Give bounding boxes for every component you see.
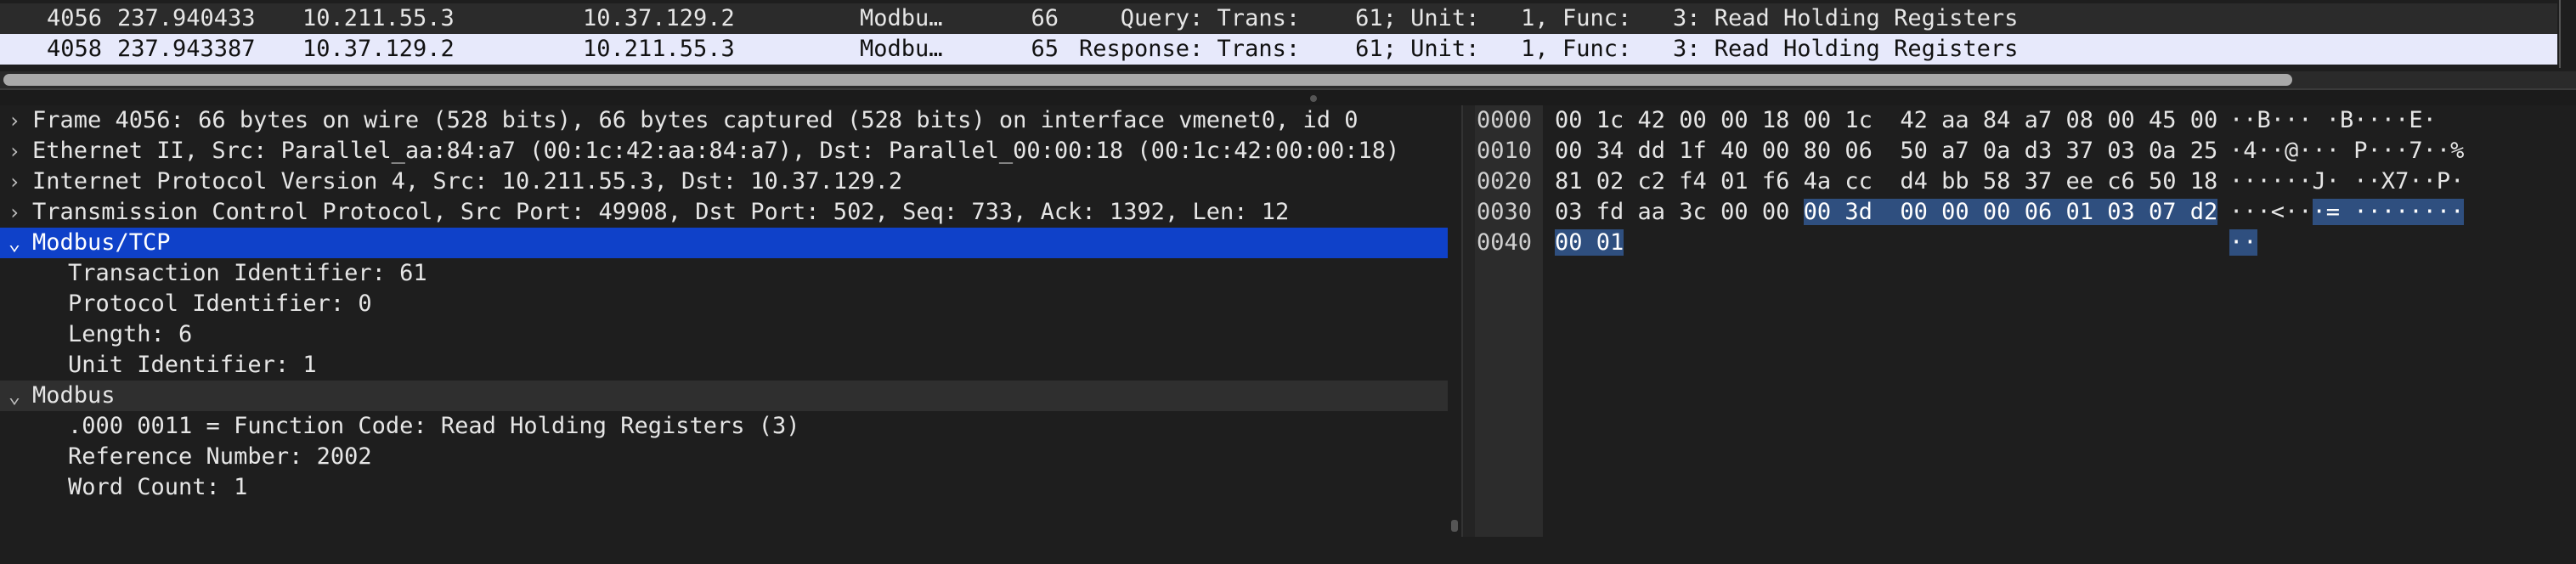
tree-item-word-count[interactable]: Word Count: 1 xyxy=(0,472,1448,503)
packet-protocol: Modbu… xyxy=(860,5,943,31)
packet-source: 10.211.55.3 xyxy=(302,5,455,31)
ascii-bytes[interactable]: ··B··· ·B····E· xyxy=(2229,105,2437,136)
tree-item-function-code[interactable]: .000 0011 = Function Code: Read Holding … xyxy=(0,411,1448,442)
bytes-row[interactable]: 0000 00 1c 42 00 00 18 00 1c 42 aa 84 a7… xyxy=(1475,105,2437,136)
packet-number: 4058 xyxy=(46,36,102,62)
hex-bytes[interactable]: 00 34 dd 1f 40 00 80 06 50 a7 0a d3 37 0… xyxy=(1555,136,2217,166)
tree-item-label: Protocol Identifier: 0 xyxy=(68,290,372,317)
tree-item-label: Ethernet II, Src: Parallel_aa:84:a7 (00:… xyxy=(32,138,1400,164)
bytes-row[interactable]: 0030 03 fd aa 3c 00 00 00 3d 00 00 00 06… xyxy=(1475,197,2465,228)
tree-item-label: Modbus xyxy=(32,382,116,409)
packet-info: Query: Trans: 61; Unit: 1, Func: 3: Read… xyxy=(1079,5,2019,31)
selected-bytes-highlight: 00 3d 00 00 00 06 01 03 07 d2 xyxy=(1803,199,2218,225)
tree-item-label: Internet Protocol Version 4, Src: 10.211… xyxy=(32,168,903,195)
tree-item-label: Transaction Identifier: 61 xyxy=(68,260,427,286)
tree-item-label: Reference Number: 2002 xyxy=(68,443,372,470)
chevron-right-icon[interactable]: › xyxy=(5,166,24,197)
tree-item-frame[interactable]: › Frame 4056: 66 bytes on wire (528 bits… xyxy=(0,105,1448,136)
tree-item-label: .000 0011 = Function Code: Read Holding … xyxy=(68,413,800,439)
packet-details-tree: › Frame 4056: 66 bytes on wire (528 bits… xyxy=(0,105,1448,537)
byte-offset: 0030 xyxy=(1477,199,1533,225)
packet-list-vertical-scrollbar[interactable] xyxy=(2559,0,2576,68)
bytes-row[interactable]: 0010 00 34 dd 1f 40 00 80 06 50 a7 0a d3… xyxy=(1475,136,2464,166)
hex-bytes[interactable]: 03 fd aa 3c 00 00 00 3d 00 00 00 06 01 0… xyxy=(1555,197,2218,228)
chevron-down-icon[interactable]: ⌄ xyxy=(5,381,24,411)
details-vertical-scrollbar[interactable] xyxy=(1448,105,1461,537)
ascii-bytes[interactable]: ···<···= ········ xyxy=(2229,197,2465,228)
packet-time: 237.940433 xyxy=(117,5,256,31)
tree-item-label: Frame 4056: 66 bytes on wire (528 bits),… xyxy=(32,107,1359,133)
hex-bytes[interactable]: 00 01 xyxy=(1555,228,1624,258)
selected-ascii-highlight: ·· xyxy=(2229,229,2257,256)
packet-info: Response: Trans: 61; Unit: 1, Func: 3: R… xyxy=(1079,36,2019,62)
tree-item-protocol-id[interactable]: Protocol Identifier: 0 xyxy=(0,289,1448,319)
packet-length: 66 xyxy=(1031,5,1059,31)
packet-row[interactable]: 4056 237.940433 10.211.55.3 10.37.129.2 … xyxy=(0,3,2557,34)
pane-splitter-horizontal[interactable] xyxy=(0,88,2576,107)
packet-list: 4056 237.940433 10.211.55.3 10.37.129.2 … xyxy=(0,0,2576,68)
resize-grip-icon[interactable] xyxy=(1451,520,1458,532)
tree-item-unit-id[interactable]: Unit Identifier: 1 xyxy=(0,350,1448,381)
ascii-bytes[interactable]: ······J· ··X7··P· xyxy=(2229,166,2464,197)
tree-item-transaction-id[interactable]: Transaction Identifier: 61 xyxy=(0,258,1448,289)
hex-bytes[interactable]: 81 02 c2 f4 01 f6 4a cc d4 bb 58 37 ee c… xyxy=(1555,166,2217,197)
tree-item-ethernet[interactable]: › Ethernet II, Src: Parallel_aa:84:a7 (0… xyxy=(0,136,1448,166)
packet-time: 237.943387 xyxy=(117,36,256,62)
splitter-handle-icon xyxy=(1310,95,1317,102)
packet-destination: 10.211.55.3 xyxy=(583,36,735,62)
byte-offset: 0010 xyxy=(1477,138,1533,164)
ascii-bytes[interactable]: ·· xyxy=(2229,228,2257,258)
tree-item-modbus-tcp[interactable]: ⌄ Modbus/TCP xyxy=(0,228,1448,258)
tree-item-length[interactable]: Length: 6 xyxy=(0,319,1448,350)
chevron-right-icon[interactable]: › xyxy=(5,136,24,166)
tree-item-modbus[interactable]: ⌄ Modbus xyxy=(0,381,1448,411)
ascii-bytes[interactable]: ·4··@··· P···7··% xyxy=(2229,136,2464,166)
tree-item-reference-number[interactable]: Reference Number: 2002 xyxy=(0,442,1448,472)
scrollbar-thumb[interactable] xyxy=(3,74,2292,86)
tree-item-label: Word Count: 1 xyxy=(68,474,248,500)
tree-item-label: Unit Identifier: 1 xyxy=(68,352,317,378)
packet-row[interactable]: 4058 237.943387 10.37.129.2 10.211.55.3 … xyxy=(0,34,2557,65)
packet-protocol: Modbu… xyxy=(860,36,943,62)
packet-bytes-pane: 0000 00 1c 42 00 00 18 00 1c 42 aa 84 a7… xyxy=(1475,105,2576,537)
packet-destination: 10.37.129.2 xyxy=(583,5,735,31)
chevron-right-icon[interactable]: › xyxy=(5,105,24,136)
tree-item-label: Transmission Control Protocol, Src Port:… xyxy=(32,199,1290,225)
bytes-row[interactable]: 0020 81 02 c2 f4 01 f6 4a cc d4 bb 58 37… xyxy=(1475,166,2464,197)
byte-offset: 0040 xyxy=(1477,229,1533,256)
packet-source: 10.37.129.2 xyxy=(302,36,455,62)
byte-offset: 0000 xyxy=(1477,107,1533,133)
tree-item-label: Length: 6 xyxy=(68,321,193,347)
packet-length: 65 xyxy=(1031,36,1059,62)
packet-number: 4056 xyxy=(46,5,102,31)
packet-list-horizontal-scrollbar[interactable] xyxy=(0,71,2576,88)
bytes-row[interactable]: 0040 00 01 ·· xyxy=(1475,228,2257,258)
hex-bytes[interactable]: 00 1c 42 00 00 18 00 1c 42 aa 84 a7 08 0… xyxy=(1555,105,2217,136)
tree-item-ipv4[interactable]: › Internet Protocol Version 4, Src: 10.2… xyxy=(0,166,1448,197)
selected-ascii-highlight: ·= ········ xyxy=(2312,199,2465,225)
byte-offset: 0020 xyxy=(1477,168,1533,195)
chevron-right-icon[interactable]: › xyxy=(5,197,24,228)
selected-bytes-highlight: 00 01 xyxy=(1555,229,1624,256)
chevron-down-icon[interactable]: ⌄ xyxy=(5,228,24,258)
tree-item-tcp[interactable]: › Transmission Control Protocol, Src Por… xyxy=(0,197,1448,228)
tree-item-label: Modbus/TCP xyxy=(32,229,171,256)
